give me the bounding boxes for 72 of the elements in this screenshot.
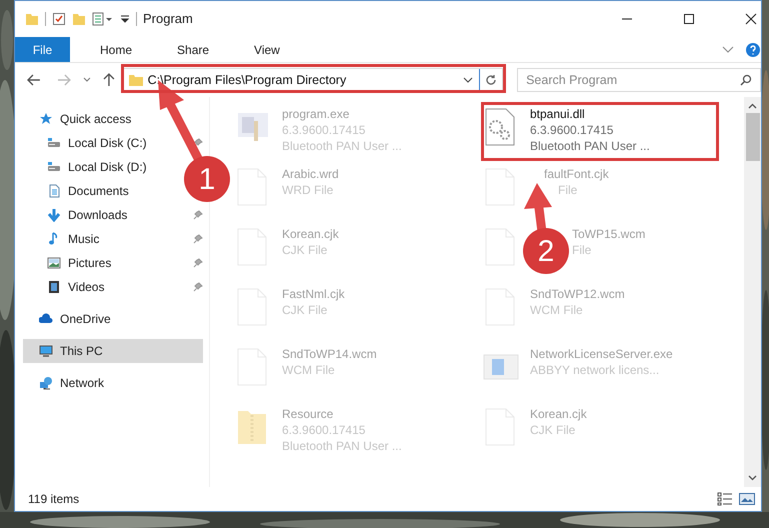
nav-item[interactable]: Local Disk (C:) bbox=[15, 131, 151, 155]
scrollbar[interactable] bbox=[744, 97, 761, 487]
recent-dropdown-icon[interactable] bbox=[82, 77, 91, 83]
search-input[interactable]: Search Program bbox=[526, 70, 740, 90]
drive-icon bbox=[47, 136, 61, 150]
film-icon bbox=[47, 280, 61, 294]
window-title: Program bbox=[143, 10, 193, 28]
details-view-icon[interactable] bbox=[717, 492, 733, 506]
nav-item[interactable]: Music bbox=[15, 227, 104, 251]
ribbon-tab[interactable]: File bbox=[15, 37, 70, 62]
picture-frame-icon bbox=[47, 256, 61, 270]
pin-icon[interactable] bbox=[193, 282, 203, 292]
expand-ribbon-icon[interactable] bbox=[722, 46, 734, 54]
customize-dropdown-icon[interactable] bbox=[120, 13, 130, 25]
monitor-icon bbox=[39, 344, 53, 358]
address-dropdown-icon[interactable] bbox=[463, 77, 474, 83]
ribbon-tab[interactable]: Share bbox=[162, 37, 224, 62]
properties-icon[interactable] bbox=[52, 12, 66, 26]
drive-icon bbox=[47, 160, 61, 174]
file-detail: Bluetooth PAN User ... bbox=[282, 138, 402, 154]
file-detail: 6.3.9600.17415 bbox=[282, 122, 366, 138]
file-detail: WCM File bbox=[282, 362, 335, 378]
down-arrow-icon bbox=[47, 208, 61, 222]
document-icon bbox=[47, 184, 61, 198]
nav-item[interactable]: OneDrive bbox=[15, 307, 115, 331]
pin-icon[interactable] bbox=[193, 258, 203, 268]
star-icon bbox=[39, 112, 53, 126]
pin-icon[interactable] bbox=[193, 210, 203, 220]
address-path: C:\Program Files\Program Directory bbox=[148, 72, 346, 89]
up-arrow-icon[interactable] bbox=[102, 73, 115, 87]
network-icon bbox=[39, 376, 53, 390]
file-detail: CJK File bbox=[530, 422, 576, 438]
maximize-icon[interactable] bbox=[683, 13, 695, 25]
file-detail: WRD File bbox=[282, 182, 334, 198]
nav-item[interactable]: Quick access bbox=[15, 107, 136, 131]
cloud-icon bbox=[39, 312, 53, 326]
nav-item[interactable]: Videos bbox=[15, 275, 108, 299]
file-detail: CJK File bbox=[282, 242, 328, 258]
nav-item[interactable]: Downloads bbox=[15, 203, 132, 227]
file-detail: WCM File bbox=[530, 302, 583, 318]
file-detail: 6.3.9600.17415 bbox=[282, 422, 366, 438]
item-count: 119 items bbox=[28, 491, 80, 508]
search-field[interactable]: Search Program bbox=[517, 68, 761, 92]
pin-icon[interactable] bbox=[193, 234, 203, 244]
nav-item[interactable]: Network bbox=[15, 371, 108, 395]
large-icons-view-icon[interactable] bbox=[739, 492, 755, 506]
scroll-down-icon[interactable] bbox=[748, 475, 757, 481]
nav-item[interactable]: Local Disk (D:) bbox=[15, 155, 151, 179]
nav-item[interactable]: Pictures bbox=[15, 251, 116, 275]
search-icon[interactable] bbox=[740, 74, 752, 86]
folder-icon bbox=[128, 74, 143, 86]
file-detail: ABBYY network licens... bbox=[530, 362, 660, 378]
file-detail: File bbox=[558, 182, 578, 198]
scroll-up-icon[interactable] bbox=[748, 103, 757, 109]
view-list-icon[interactable] bbox=[92, 12, 114, 26]
nav-item[interactable]: This PC bbox=[23, 339, 203, 363]
refresh-icon[interactable] bbox=[485, 74, 498, 86]
file-detail: CJK File bbox=[282, 302, 328, 318]
back-arrow-icon[interactable] bbox=[27, 74, 41, 86]
nav-item[interactable]: Documents bbox=[15, 179, 133, 203]
pin-icon[interactable] bbox=[193, 138, 203, 148]
file-detail: File bbox=[572, 242, 592, 258]
forward-arrow-icon[interactable] bbox=[56, 74, 71, 86]
scroll-thumb[interactable] bbox=[746, 113, 760, 161]
ribbon-tab[interactable]: Home bbox=[85, 37, 148, 62]
file-detail: 6.3.9600.17415 bbox=[530, 122, 614, 138]
help-icon[interactable] bbox=[746, 42, 760, 56]
file-detail: Bluetooth PAN User ... bbox=[530, 138, 650, 154]
file-name[interactable]: btpanui.dll bbox=[530, 106, 585, 122]
close-icon[interactable] bbox=[745, 13, 757, 25]
file-detail: Bluetooth PAN User ... bbox=[282, 438, 402, 454]
ribbon-tab[interactable]: View bbox=[239, 37, 295, 62]
